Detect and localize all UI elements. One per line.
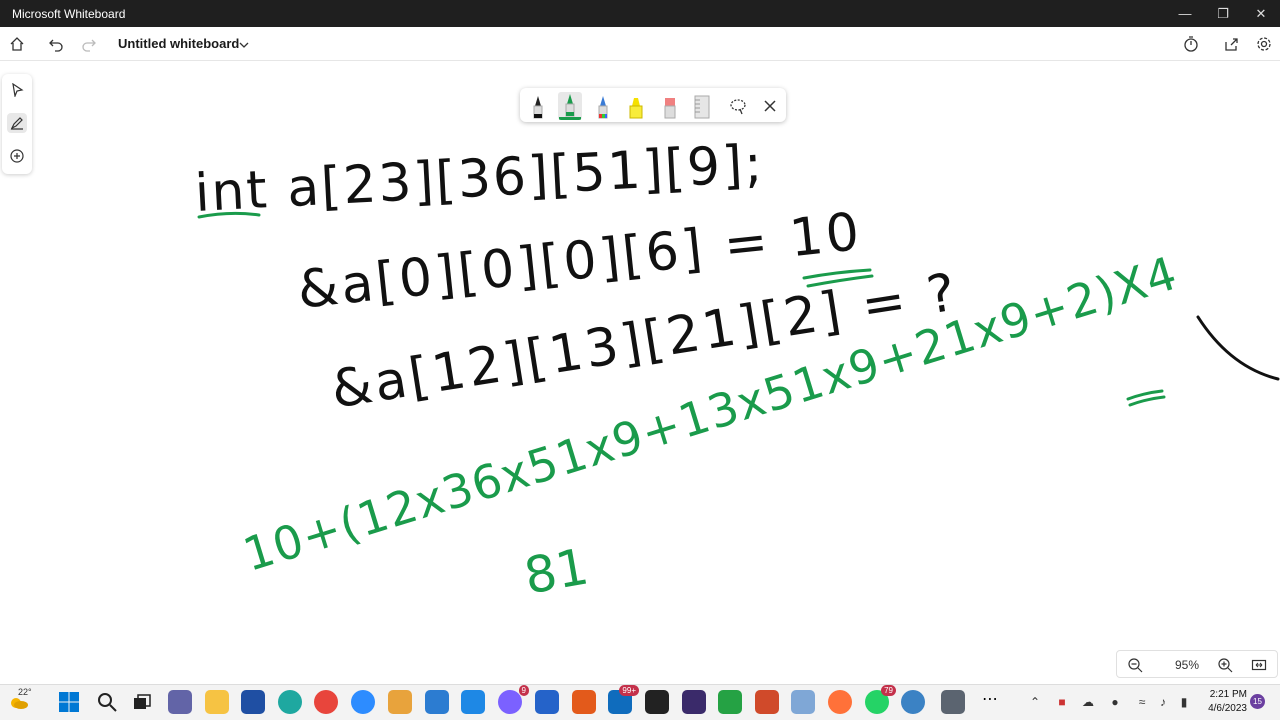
timer-icon[interactable] — [1181, 34, 1201, 54]
weather-temperature: 22° — [18, 687, 32, 697]
whiteboard-app-icon[interactable] — [535, 690, 559, 714]
microsoft-store-icon[interactable] — [241, 690, 265, 714]
taskbar: 22° 9 99+ 79 ⋯ ⌃ ■ ☁ ● ≈ ♪ ▮ 2:21 PM 4/6… — [0, 684, 1280, 720]
microphone-icon[interactable]: ● — [1107, 694, 1123, 710]
terminal-icon[interactable] — [645, 690, 669, 714]
python-app-icon[interactable] — [682, 690, 706, 714]
app-bar: Untitled whiteboard — [0, 27, 1280, 61]
home-icon[interactable] — [7, 34, 27, 54]
chat-app-icon[interactable] — [718, 690, 742, 714]
wps-office-icon[interactable] — [755, 690, 779, 714]
weather-widget[interactable]: 22° — [8, 687, 32, 713]
file-explorer-icon[interactable] — [205, 690, 229, 714]
calculator-icon[interactable] — [941, 690, 965, 714]
photos-icon[interactable] — [791, 690, 815, 714]
ink-underline-4 — [1126, 389, 1166, 407]
clock-date: 4/6/2023 — [1208, 703, 1247, 714]
redo-icon[interactable] — [79, 34, 99, 54]
zoom-app-icon[interactable] — [351, 690, 375, 714]
settings-gear-icon[interactable] — [1254, 34, 1274, 54]
whatsapp-icon[interactable]: 79 — [865, 685, 896, 714]
zoom-level-label: 95% — [1174, 658, 1200, 672]
ink-stroke-curve — [1196, 315, 1280, 381]
more-apps-icon[interactable]: ⋯ — [978, 690, 1002, 714]
ink-line-5: 81 — [519, 537, 593, 606]
messenger-icon[interactable]: 9 — [498, 685, 529, 714]
zoom-out-icon[interactable] — [1127, 657, 1143, 673]
battery-icon[interactable]: ▮ — [1176, 694, 1192, 710]
tray-app-icon[interactable]: ■ — [1054, 694, 1070, 710]
restore-button[interactable]: ❐ — [1204, 0, 1242, 27]
whatsapp-badge: 79 — [881, 685, 896, 696]
office-app-icon[interactable] — [388, 690, 412, 714]
snipping-tool-icon[interactable] — [572, 690, 596, 714]
minimize-button[interactable]: — — [1166, 0, 1204, 27]
power-automate-icon[interactable] — [461, 690, 485, 714]
app-title: Microsoft Whiteboard — [12, 7, 126, 21]
title-bar: Microsoft Whiteboard — ❐ ✕ — [0, 0, 1280, 27]
teams-chat-icon[interactable] — [168, 690, 192, 714]
system-clock[interactable]: 2:21 PM 4/6/2023 — [1195, 688, 1247, 716]
whiteboard-canvas[interactable]: int a[23][36][51][9]; &a[0][0][0][6] = 1… — [0, 61, 1280, 653]
ink-line-1: int a[23][36][51][9]; — [193, 134, 766, 224]
zoom-in-icon[interactable] — [1217, 657, 1233, 673]
zoom-control: 95% — [1116, 650, 1278, 678]
windows-start-icon[interactable] — [57, 690, 81, 714]
document-title[interactable]: Untitled whiteboard — [118, 36, 239, 51]
undo-icon[interactable] — [46, 34, 66, 54]
qbittorrent-icon[interactable] — [901, 690, 925, 714]
wifi-icon[interactable]: ≈ — [1134, 694, 1150, 710]
onedrive-cloud-icon[interactable]: ☁ — [1080, 694, 1096, 710]
messenger-badge: 9 — [518, 685, 529, 696]
vscode-icon[interactable] — [425, 690, 449, 714]
close-window-button[interactable]: ✕ — [1242, 0, 1280, 27]
edge-browser-icon[interactable] — [278, 690, 302, 714]
share-icon[interactable] — [1221, 34, 1241, 54]
clock-time: 2:21 PM — [1209, 689, 1247, 700]
firefox-icon[interactable] — [828, 690, 852, 714]
search-icon[interactable] — [95, 690, 119, 714]
chevron-up-icon[interactable]: ⌃ — [1027, 694, 1043, 710]
ink-underline-int — [197, 211, 261, 219]
chevron-down-icon[interactable] — [234, 35, 254, 55]
chrome-icon[interactable] — [314, 690, 338, 714]
volume-icon[interactable]: ♪ — [1155, 694, 1171, 710]
task-view-icon[interactable] — [130, 690, 154, 714]
fit-to-screen-icon[interactable] — [1251, 657, 1267, 673]
mail-icon[interactable]: 99+ — [608, 685, 639, 714]
mail-badge: 99+ — [619, 685, 639, 696]
notification-badge[interactable]: 15 — [1250, 694, 1265, 709]
